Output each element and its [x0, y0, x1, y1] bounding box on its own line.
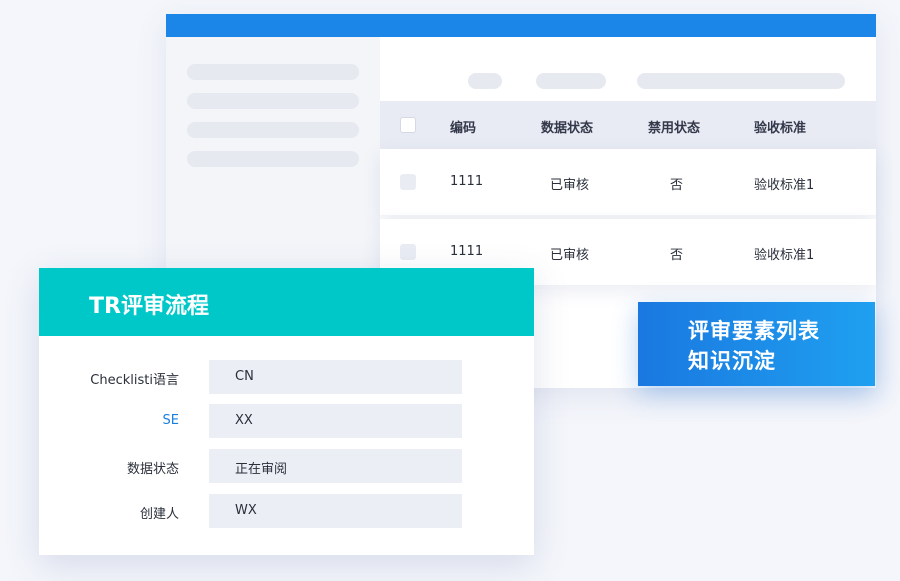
- form-label-link[interactable]: SE: [163, 413, 179, 428]
- cell-code: 1111: [450, 174, 484, 189]
- column-header-disabled-status: 禁用状态: [648, 121, 701, 136]
- row-checkbox[interactable]: [400, 174, 416, 190]
- tr-review-card: TR评审流程 Checklisti语言 CN SE XX 数据状态 正在审阅 创…: [39, 268, 534, 555]
- column-header-data-status: 数据状态: [541, 121, 594, 136]
- top-bar: [166, 14, 876, 37]
- card-header: TR评审流程: [39, 268, 534, 336]
- column-header-code: 编码: [450, 121, 477, 136]
- form-row-creator: 创建人 WX: [39, 494, 534, 528]
- table-row[interactable]: 1111 已审核 否 验收标准1: [380, 149, 876, 215]
- sidebar-skeleton-item: [187, 151, 359, 167]
- row-checkbox[interactable]: [400, 244, 416, 260]
- se-field[interactable]: XX: [209, 404, 462, 438]
- cell-acceptance: 验收标准1: [754, 248, 815, 263]
- cell-acceptance: 验收标准1: [754, 178, 815, 193]
- cell-data-status: 已审核: [550, 248, 590, 263]
- creator-field[interactable]: WX: [209, 494, 462, 528]
- cell-code: 1111: [450, 244, 484, 259]
- sidebar-skeleton-item: [187, 93, 359, 109]
- form-row-data-status: 数据状态 正在审阅: [39, 449, 534, 483]
- form-label: Checklisti语言: [90, 373, 179, 388]
- form-label: 创建人: [139, 507, 179, 522]
- banner-line-1: 评审要素列表: [688, 319, 820, 343]
- column-header-acceptance: 验收标准: [754, 121, 807, 136]
- toolbar-skeleton: [468, 73, 502, 89]
- form-label: 数据状态: [126, 462, 179, 477]
- card-title: TR评审流程: [89, 294, 209, 319]
- form-row-se: SE XX: [39, 404, 534, 438]
- sidebar-skeleton-item: [187, 64, 359, 80]
- form-row-language: Checklisti语言 CN: [39, 360, 534, 394]
- cell-disabled-status: 否: [670, 178, 684, 193]
- feature-banner: 评审要素列表 知识沉淀: [638, 302, 875, 386]
- data-status-field[interactable]: 正在审阅: [209, 449, 462, 483]
- toolbar-skeleton: [536, 73, 606, 89]
- toolbar-skeleton: [637, 73, 845, 89]
- banner-line-2: 知识沉淀: [688, 349, 776, 373]
- sidebar-skeleton-item: [187, 122, 359, 138]
- language-field[interactable]: CN: [209, 360, 462, 394]
- table-header: 编码 数据状态 禁用状态 验收标准: [380, 101, 876, 149]
- cell-disabled-status: 否: [670, 248, 684, 263]
- cell-data-status: 已审核: [550, 178, 590, 193]
- select-all-checkbox[interactable]: [400, 117, 416, 133]
